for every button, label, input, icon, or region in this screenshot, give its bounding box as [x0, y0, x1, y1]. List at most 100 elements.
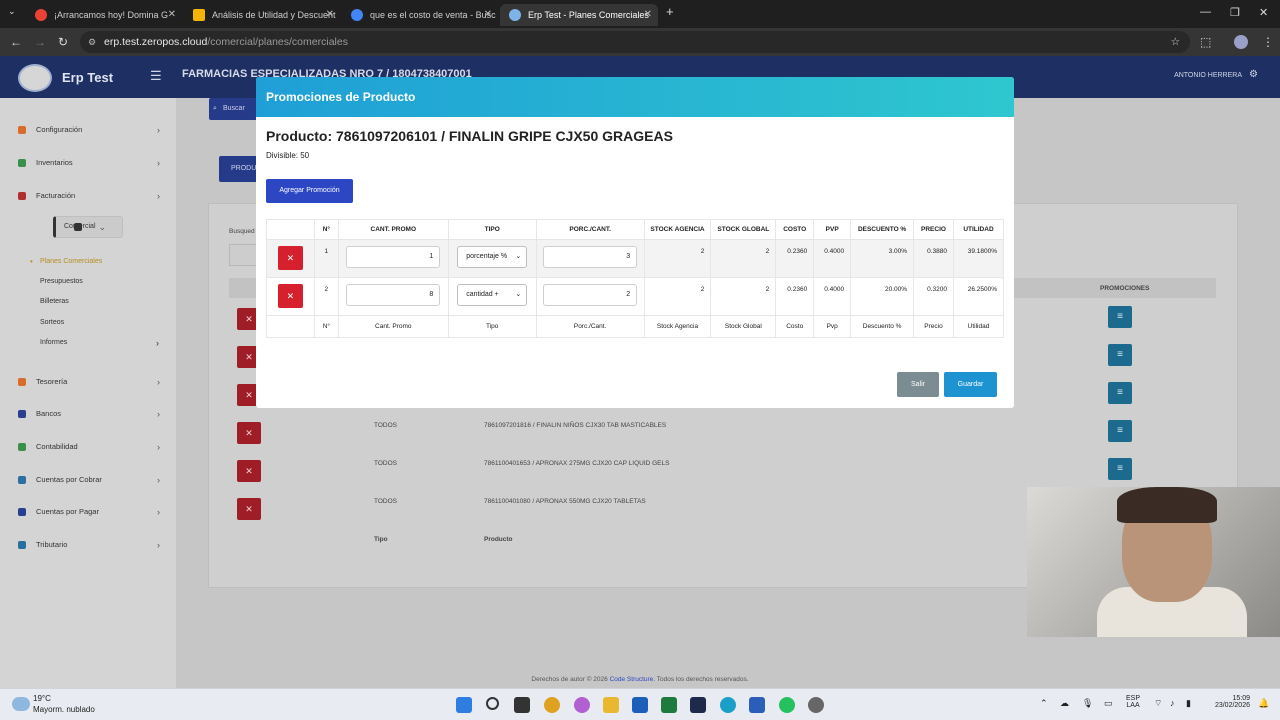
excel-icon[interactable]: [661, 697, 677, 713]
language-indicator[interactable]: ESP LAA: [1126, 695, 1140, 709]
promotions-list-button[interactable]: ≡: [1108, 306, 1132, 328]
notification-bell-icon[interactable]: 🔔: [1258, 698, 1269, 709]
remove-promotion-button[interactable]: ✕: [277, 246, 303, 270]
clock[interactable]: 15:09 23/02/2026: [1206, 695, 1250, 709]
microphone-icon[interactable]: 🎙: [1082, 698, 1093, 709]
edge-icon[interactable]: [720, 697, 736, 713]
tab-erp-test[interactable]: Erp Test - Planes Comerciales ✕: [500, 4, 658, 26]
keyboard-layout: LAA: [1126, 702, 1140, 709]
tab-list-icon[interactable]: ⌄: [8, 6, 16, 17]
sidebar-subitem-planes[interactable]: Planes Comerciales: [40, 258, 102, 265]
product-button[interactable]: PRODU: [219, 156, 259, 182]
stock-agencia-cell: 2: [643, 239, 712, 278]
reload-icon[interactable]: ↻: [58, 35, 68, 49]
promotions-list-button[interactable]: ≡: [1108, 344, 1132, 366]
sidebar-subitem-billeteras[interactable]: Billeteras: [40, 298, 69, 305]
promotions-list-button[interactable]: ≡: [1108, 420, 1132, 442]
add-promotion-button[interactable]: Agregar Promoción: [266, 179, 353, 203]
back-icon[interactable]: ←: [10, 35, 22, 49]
sidebar-item-comercial[interactable]: Comercial⌄: [53, 216, 123, 238]
hamburger-menu-icon[interactable]: ☰: [150, 68, 162, 84]
remove-promotion-button[interactable]: ✕: [277, 284, 303, 308]
tab-analisis[interactable]: Análisis de Utilidad y Descuent ✕: [184, 4, 340, 26]
sidebar-item-label: Cuentas por Pagar: [36, 507, 99, 516]
porc-cant-input[interactable]: 2: [543, 284, 638, 306]
sidebar-item-label: Bancos: [36, 409, 62, 418]
tipo-select[interactable]: cantidad + ⌄: [457, 284, 528, 306]
chrome-icon[interactable]: [544, 697, 560, 713]
tab-label: que es el costo de venta - Busc: [370, 10, 496, 20]
profile-avatar[interactable]: [1234, 35, 1248, 49]
delete-row-button[interactable]: ✕: [237, 498, 261, 520]
sidebar-item-contabilidad[interactable]: Contabilidad ›: [0, 437, 176, 457]
delete-row-button[interactable]: ✕: [237, 422, 261, 444]
close-icon[interactable]: ✕: [168, 4, 176, 26]
sidebar-item-facturacion[interactable]: Facturación ›: [0, 186, 176, 206]
row-number: 1: [313, 239, 339, 278]
site-info-icon[interactable]: ⚙: [88, 31, 96, 53]
window-close-icon[interactable]: ✕: [1259, 6, 1268, 19]
tab-gmail[interactable]: ¡Arrancamos hoy! Domina G ✕: [26, 4, 182, 26]
weather-desc: Mayorm. nublado: [33, 705, 95, 714]
busqueda-input[interactable]: [229, 244, 259, 266]
footer-link[interactable]: Code Structure: [610, 676, 654, 683]
restore-icon[interactable]: ❐: [1230, 6, 1240, 19]
volume-icon[interactable]: ♪: [1170, 698, 1175, 708]
salir-button[interactable]: Salir: [897, 372, 939, 397]
sidebar-item-tesoreria[interactable]: Tesorería ›: [0, 372, 176, 392]
sidebar-item-inventarios[interactable]: Inventarios ›: [0, 153, 176, 173]
user-name[interactable]: ANTONIO HERRERA: [1174, 72, 1242, 79]
sidebar-subitem-sorteos[interactable]: Sorteos: [40, 319, 64, 326]
sidebar-item-bancos[interactable]: Bancos ›: [0, 404, 176, 424]
display-icon[interactable]: ▭: [1104, 698, 1113, 709]
sidebar-subitem-informes[interactable]: Informes: [40, 339, 67, 346]
code-editor-icon[interactable]: [690, 697, 706, 713]
minimize-icon[interactable]: —: [1200, 6, 1211, 18]
address-bar[interactable]: ⚙ erp.test.zeropos.cloud/comercial/plane…: [80, 31, 1190, 53]
cant-promo-input[interactable]: 1: [346, 246, 441, 268]
word-icon[interactable]: [749, 697, 765, 713]
close-icon[interactable]: ✕: [484, 4, 492, 26]
outlook-icon[interactable]: [632, 697, 648, 713]
forward-icon[interactable]: →: [34, 35, 46, 49]
cant-promo-input[interactable]: 8: [346, 284, 441, 306]
delete-row-button[interactable]: ✕: [237, 460, 261, 482]
search-icon[interactable]: [486, 697, 499, 710]
tray-chevron-up-icon[interactable]: ⌃: [1040, 698, 1048, 709]
close-icon[interactable]: ✕: [326, 4, 334, 26]
promotions-list-button[interactable]: ≡: [1108, 382, 1132, 404]
wifi-icon[interactable]: ⌔: [1154, 698, 1162, 709]
promotions-list-button[interactable]: ≡: [1108, 458, 1132, 480]
precio-cell: 0.3880: [913, 239, 954, 278]
descuento-cell: 20.00%: [850, 277, 915, 316]
browser-menu-icon[interactable]: ⋮: [1262, 35, 1274, 49]
tipo-select[interactable]: porcentaje % ⌄: [457, 246, 528, 268]
porc-cant-input[interactable]: 3: [543, 246, 638, 268]
extensions-icon[interactable]: ⬚: [1200, 35, 1211, 49]
file-explorer-icon[interactable]: [603, 697, 619, 713]
settings-gear-icon[interactable]: ⚙: [1249, 69, 1258, 80]
sidebar-item-cuentas-cobrar[interactable]: Cuentas por Cobrar ›: [0, 470, 176, 490]
chevron-right-icon: ›: [157, 540, 160, 550]
battery-icon[interactable]: ▮: [1186, 698, 1191, 709]
search-icon: ⌕: [213, 105, 217, 112]
onedrive-icon[interactable]: ☁: [1060, 698, 1069, 709]
tab-google-search[interactable]: que es el costo de venta - Busc ✕: [342, 4, 498, 26]
close-icon[interactable]: ✕: [644, 4, 652, 26]
task-view-icon[interactable]: [514, 697, 530, 713]
guardar-button[interactable]: Guardar: [944, 372, 997, 397]
copilot-icon[interactable]: [574, 697, 590, 713]
sidebar-item-configuracion[interactable]: Configuración ›: [0, 120, 176, 140]
search-button[interactable]: ⌕ Buscar: [209, 98, 257, 120]
payables-icon: [18, 508, 26, 516]
new-tab-icon[interactable]: +: [666, 4, 674, 19]
sidebar-item-tributario[interactable]: Tributario ›: [0, 535, 176, 555]
footer-cell: Costo: [775, 315, 815, 338]
windows-start-icon[interactable]: [456, 697, 472, 713]
sidebar-subitem-presupuestos[interactable]: Presupuestos: [40, 278, 83, 285]
bookmark-star-icon[interactable]: ☆: [1171, 31, 1180, 53]
whatsapp-icon[interactable]: [779, 697, 795, 713]
weather-temp: 19°C: [33, 694, 51, 703]
settings-app-icon[interactable]: [808, 697, 824, 713]
sidebar-item-cuentas-pagar[interactable]: Cuentas por Pagar ›: [0, 502, 176, 522]
